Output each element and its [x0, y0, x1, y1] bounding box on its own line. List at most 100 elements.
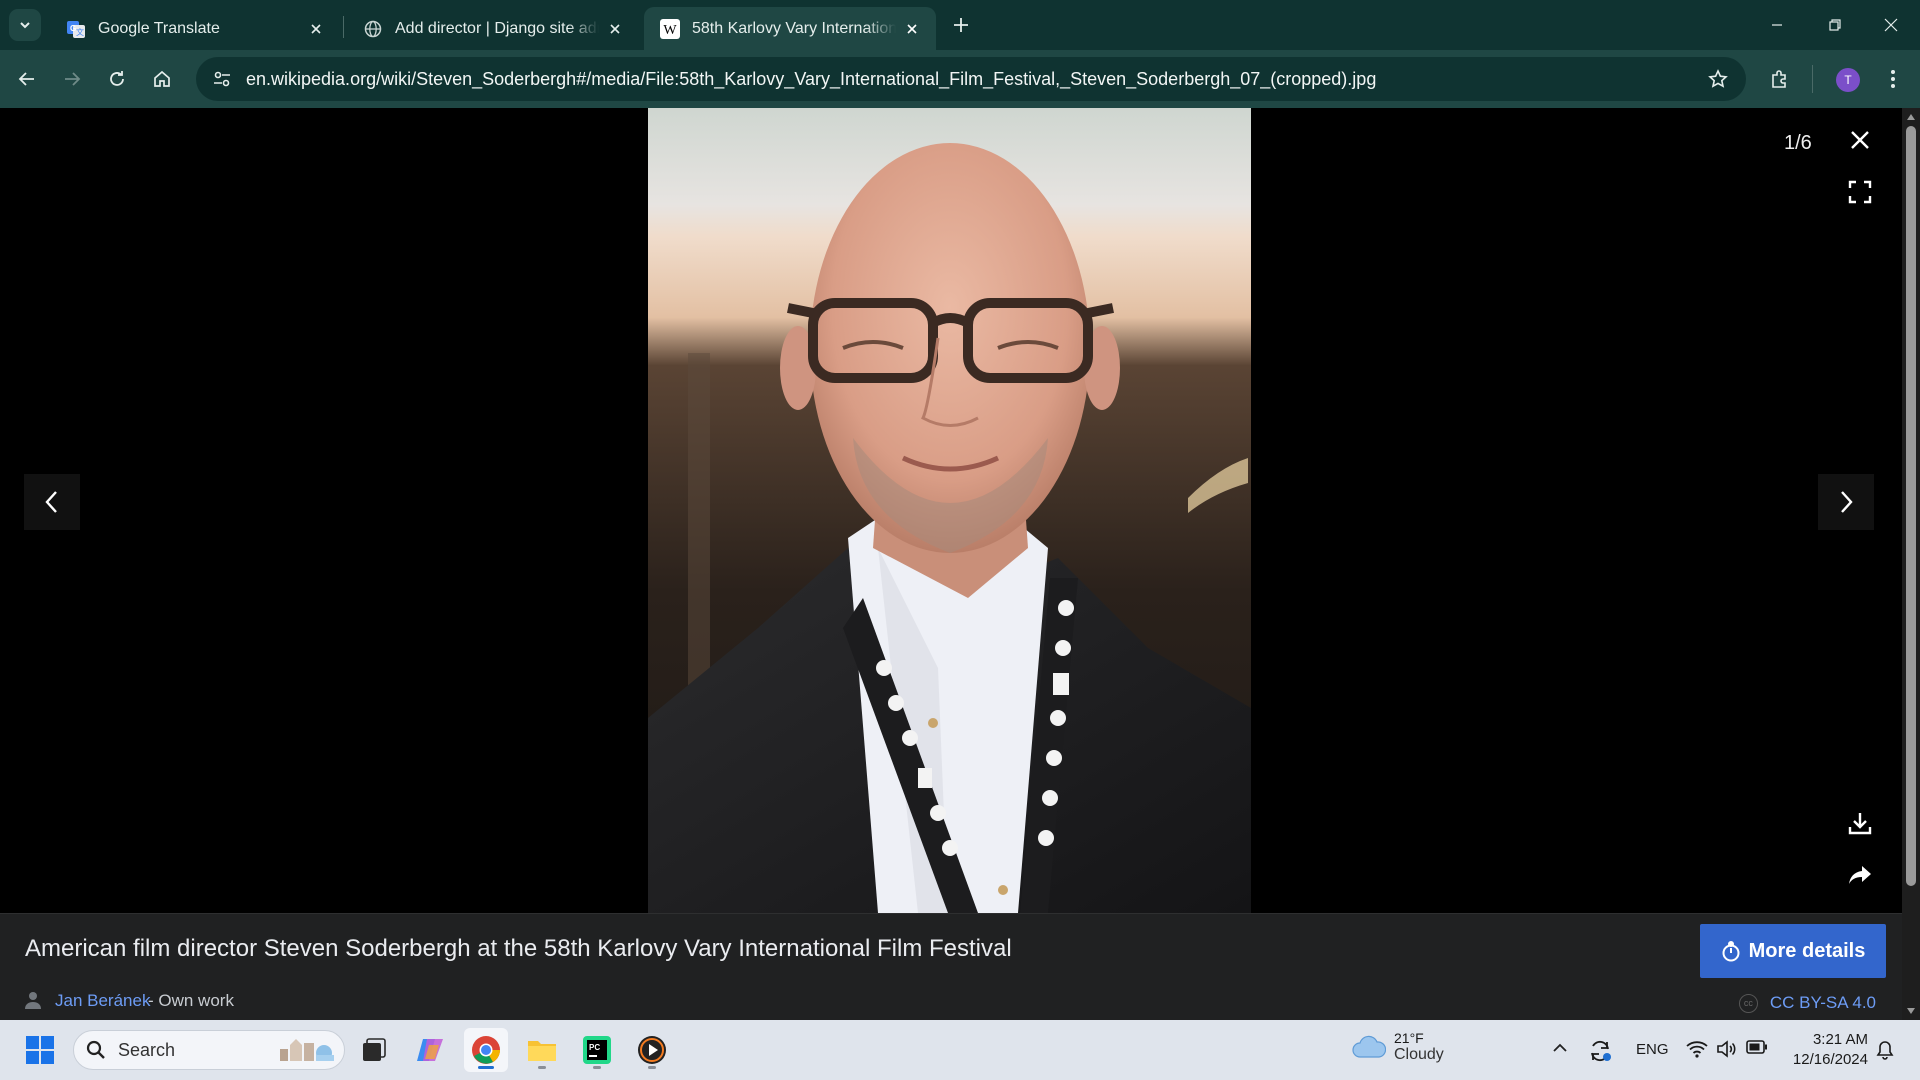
minimize-button[interactable] [1748, 0, 1806, 50]
fullscreen-icon [1848, 180, 1872, 204]
reload-button[interactable] [100, 62, 134, 96]
close-window-button[interactable] [1862, 0, 1920, 50]
share-icon [1849, 866, 1871, 884]
weather-widget[interactable]: 21°F Cloudy [1352, 1030, 1444, 1064]
system-clock[interactable]: 3:21 AM 12/16/2024 [1780, 1030, 1868, 1070]
share-button[interactable] [1838, 853, 1882, 897]
file-explorer-button[interactable] [520, 1028, 564, 1072]
url-text[interactable]: en.wikipedia.org/wiki/Steven_Soderbergh#… [246, 69, 1376, 90]
previous-image-button[interactable] [24, 474, 80, 530]
chevron-down-icon [20, 22, 30, 29]
wikipedia-icon: W [660, 18, 680, 39]
media-viewer: 1/6 [0, 108, 1902, 913]
tab-title: Google Translate [98, 19, 220, 37]
pycharm-icon: PC [583, 1036, 611, 1064]
task-view-button[interactable] [352, 1028, 396, 1072]
tab-google-translate[interactable]: G文 Google Translate [50, 7, 340, 50]
profile-avatar[interactable]: T [1836, 68, 1860, 92]
taskbar-search[interactable]: Search [73, 1030, 345, 1070]
google-translate-icon: G文 [66, 19, 86, 39]
folder-icon [528, 1041, 556, 1061]
tab-django-admin[interactable]: Add director | Django site admin [347, 7, 639, 50]
chrome-taskbar-button[interactable] [464, 1028, 508, 1072]
media-image [648, 108, 1251, 913]
download-button[interactable] [1838, 801, 1882, 845]
forward-button[interactable] [55, 62, 89, 96]
reload-icon [110, 71, 124, 86]
home-button[interactable] [145, 62, 179, 96]
close-icon [1884, 18, 1898, 32]
close-tab-icon[interactable] [605, 19, 625, 39]
volume-icon[interactable] [1716, 1040, 1738, 1058]
pycharm-button[interactable]: PC [575, 1028, 619, 1072]
battery-icon[interactable] [1746, 1040, 1768, 1054]
close-tab-icon[interactable] [902, 19, 922, 39]
start-button[interactable] [18, 1028, 62, 1072]
scroll-down-arrow-icon[interactable] [1906, 1006, 1916, 1016]
page-scrollbar[interactable] [1902, 108, 1920, 1020]
chevron-right-icon [1841, 491, 1853, 513]
plus-icon [954, 18, 968, 32]
image-caption: American film director Steven Soderbergh… [25, 935, 1012, 962]
svg-text:文: 文 [76, 27, 84, 37]
scroll-up-arrow-icon[interactable] [1906, 112, 1916, 122]
kebab-menu-icon [1891, 70, 1895, 88]
chevron-up-icon[interactable] [1552, 1040, 1568, 1056]
running-indicator [538, 1066, 546, 1069]
svg-text:PC: PC [589, 1043, 600, 1052]
copilot-button[interactable] [408, 1028, 452, 1072]
weather-condition: Cloudy [1394, 1046, 1444, 1063]
bookmark-star-icon[interactable] [1702, 63, 1734, 95]
download-icon [1848, 813, 1872, 835]
tab-strip: G文 Google Translate Add director | Djang… [0, 0, 1920, 50]
restore-button[interactable] [1806, 0, 1864, 50]
license-link[interactable]: cc CC BY-SA 4.0 [1738, 993, 1876, 1013]
tab-search-button[interactable] [9, 9, 41, 41]
credit-bar: Jan Beránek - Own work cc CC BY-SA 4.0 [0, 983, 1902, 1020]
svg-text:W: W [663, 23, 677, 38]
media-player-button[interactable] [630, 1028, 674, 1072]
cloud-icon [1352, 1035, 1386, 1059]
more-details-button[interactable]: More details [1700, 924, 1886, 978]
new-tab-button[interactable] [946, 10, 976, 40]
author-link[interactable]: Jan Beránek [55, 991, 150, 1011]
close-tab-icon[interactable] [306, 19, 326, 39]
extensions-button[interactable] [1763, 62, 1797, 96]
next-image-button[interactable] [1818, 474, 1874, 530]
running-indicator [478, 1066, 494, 1069]
scrollbar-thumb[interactable] [1906, 126, 1916, 886]
back-button[interactable] [10, 62, 44, 96]
fullscreen-button[interactable] [1838, 170, 1882, 214]
clock-time: 3:21 AM [1812, 1031, 1868, 1048]
more-details-label: More details [1748, 939, 1866, 962]
clock-date: 12/16/2024 [1792, 1051, 1868, 1068]
running-indicator [648, 1066, 656, 1069]
wikimedia-icon [1721, 940, 1741, 962]
sync-icon[interactable] [1588, 1040, 1612, 1062]
tab-separator [343, 16, 344, 38]
close-icon [1851, 131, 1869, 149]
tab-wikipedia[interactable]: W 58th Karlovy Vary International Film F… [644, 7, 936, 50]
language-indicator[interactable]: ENG [1636, 1041, 1669, 1058]
minimize-icon [1772, 24, 1782, 26]
windows-logo-icon [26, 1036, 54, 1064]
wifi-icon[interactable] [1686, 1040, 1708, 1058]
globe-icon [363, 19, 383, 39]
media-player-icon [638, 1036, 666, 1064]
weather-temperature: 21°F [1394, 1030, 1424, 1046]
toolbar-separator [1812, 65, 1813, 93]
address-bar[interactable]: en.wikipedia.org/wiki/Steven_Soderbergh#… [196, 57, 1746, 101]
search-icon [86, 1040, 106, 1060]
menu-button[interactable] [1876, 62, 1910, 96]
puzzle-icon [1772, 70, 1786, 88]
image-counter: 1/6 [1784, 132, 1812, 154]
author-suffix: - Own work [148, 991, 234, 1010]
search-label: Search [118, 1039, 176, 1060]
notification-bell-icon[interactable] [1876, 1040, 1894, 1060]
person-icon [24, 991, 42, 1009]
close-viewer-button[interactable] [1838, 118, 1882, 162]
caption-bar: American film director Steven Soderbergh… [0, 913, 1902, 983]
site-info-icon[interactable] [200, 57, 244, 101]
copilot-icon [417, 1039, 443, 1061]
arrow-left-icon [18, 72, 34, 86]
